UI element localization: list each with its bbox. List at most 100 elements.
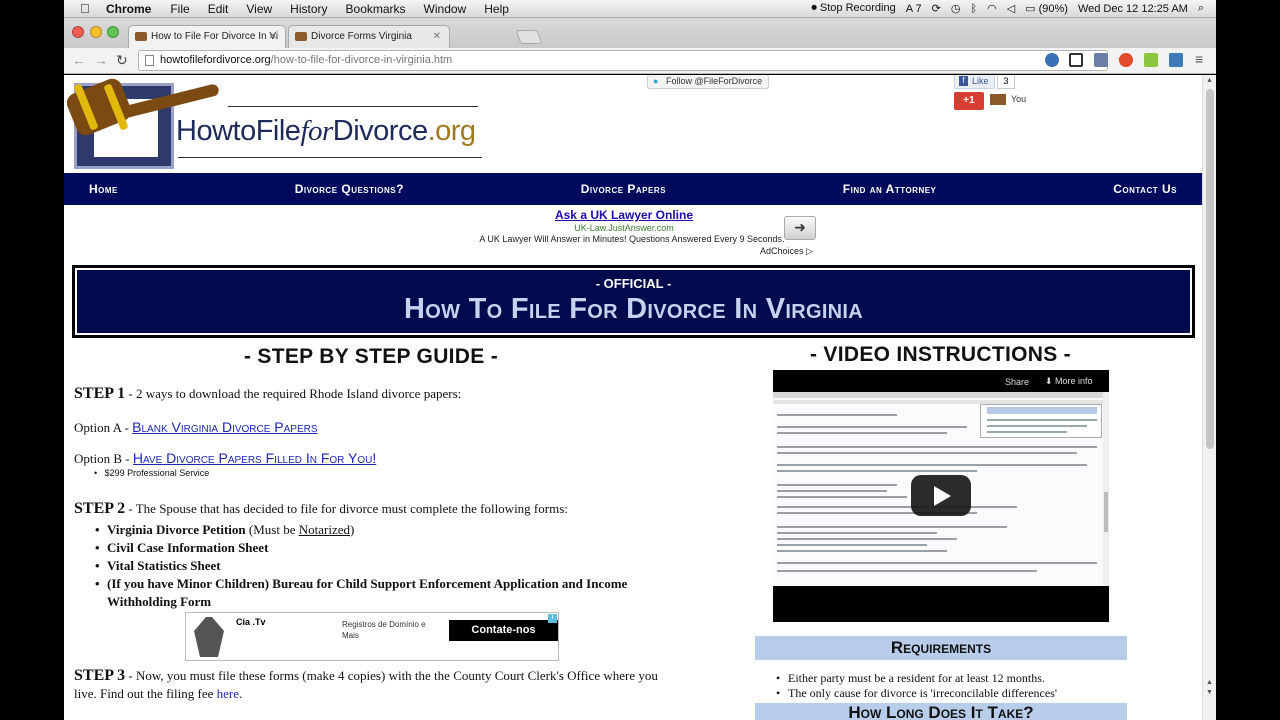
- close-window-button[interactable]: [72, 26, 84, 38]
- reload-icon[interactable]: ↻: [116, 52, 128, 69]
- nav-find-attorney[interactable]: Find an Attorney: [843, 182, 937, 196]
- video-player[interactable]: Share ⬇ More info: [773, 370, 1109, 622]
- site-nav-bar: Home Divorce Questions? Divorce Papers F…: [64, 173, 1202, 205]
- nav-home[interactable]: Home: [89, 182, 118, 196]
- frame-popup-line: [987, 425, 1087, 427]
- twitter-follow-button[interactable]: ● Follow @FileForDivorce: [647, 75, 770, 89]
- stumbleupon-icon[interactable]: [1119, 53, 1133, 67]
- scroll-up-arrow-icon[interactable]: ▲: [1206, 679, 1213, 686]
- banner-official: - OFFICIAL -: [595, 276, 672, 291]
- scroll-down-arrow-icon[interactable]: ▼: [1206, 689, 1213, 696]
- tab-divorce-forms[interactable]: Divorce Forms Virginia ✕: [288, 25, 450, 48]
- menu-history[interactable]: History: [290, 2, 327, 16]
- close-tab-icon[interactable]: ✕: [433, 31, 441, 42]
- nav-contact-us[interactable]: Contact Us: [1113, 182, 1177, 196]
- extension-chart-icon[interactable]: [1169, 53, 1183, 67]
- menu-window[interactable]: Window: [424, 2, 467, 16]
- battery-indicator[interactable]: ▭ (90%): [1025, 2, 1068, 15]
- sync-icon[interactable]: ⟳: [932, 2, 941, 15]
- ad-figure-image: [194, 617, 224, 657]
- adchoices-icon[interactable]: i: [548, 614, 557, 623]
- time-machine-icon[interactable]: ◷: [951, 2, 961, 15]
- ad-brand: Cia .Tv: [236, 617, 266, 627]
- video-share-button[interactable]: Share: [1005, 377, 1029, 387]
- tab-how-to-file[interactable]: How to File For Divorce In Vi ✕: [128, 25, 286, 48]
- ad-url[interactable]: UK-Law.JustAnswer.com: [414, 223, 834, 233]
- extension-grid-icon[interactable]: [1094, 53, 1108, 67]
- gplus-you-label: You: [1011, 94, 1027, 104]
- scroll-up-arrow-icon[interactable]: ▲: [1206, 77, 1213, 84]
- volume-icon[interactable]: ◁: [1007, 2, 1015, 15]
- minimize-window-button[interactable]: [90, 26, 102, 38]
- twitter-bird-icon: ●: [653, 76, 659, 86]
- step2-label: STEP 2: [74, 500, 126, 517]
- ad-contact-button[interactable]: Contate-nos: [449, 620, 558, 641]
- video-play-button[interactable]: [911, 475, 971, 516]
- frame-text-line: [777, 570, 1037, 572]
- step2-text: - The Spouse that has decided to file fo…: [125, 501, 568, 516]
- address-bar[interactable]: howtofilefordivorce.org/how-to-file-for-…: [138, 50, 1108, 71]
- banner-inner: - OFFICIAL - How To File For Divorce In …: [75, 268, 1192, 335]
- ad-title-link[interactable]: Ask a UK Lawyer Online: [414, 208, 834, 222]
- extension-globe-icon[interactable]: [1045, 53, 1059, 67]
- frame-popup-line: [987, 419, 1097, 421]
- tab-title: Divorce Forms Virginia: [311, 31, 412, 42]
- fb-like-label: Like: [972, 76, 989, 86]
- scroll-thumb[interactable]: [1206, 89, 1214, 449]
- close-tab-icon[interactable]: ✕: [269, 31, 277, 42]
- menu-help[interactable]: Help: [484, 2, 509, 16]
- forward-arrow-icon[interactable]: →: [94, 52, 108, 68]
- adobe-icon[interactable]: A 7: [906, 3, 922, 15]
- stop-recording-item[interactable]: ⏺ Stop Recording: [811, 2, 895, 15]
- frame-popup-header: [987, 407, 1097, 414]
- filing-fee-link[interactable]: here: [217, 686, 239, 701]
- video-more-info-button[interactable]: ⬇ More info: [1045, 376, 1093, 387]
- form-note: ): [350, 522, 355, 537]
- step1-label: STEP 1: [74, 385, 126, 402]
- zoom-window-button[interactable]: [107, 26, 119, 38]
- option-b-row: Option B - Have Divorce Papers Filled In…: [74, 450, 376, 467]
- tab-title: How to File For Divorce In Vi: [151, 31, 279, 42]
- video-heading: - VIDEO INSTRUCTIONS -: [810, 343, 1071, 366]
- chrome-menu-icon[interactable]: ≡: [1195, 51, 1203, 67]
- step3-label: STEP 3: [74, 667, 126, 684]
- google-plus-you: You: [990, 94, 1027, 106]
- ad-go-arrow-icon[interactable]: ➜: [784, 216, 816, 240]
- new-tab-button[interactable]: [515, 30, 543, 44]
- banner-ad[interactable]: Cia .Tv Registros de Domínio e Mais Cont…: [185, 612, 559, 661]
- facebook-like-button[interactable]: f Like: [954, 75, 995, 89]
- logo-rule-bottom: [178, 157, 482, 158]
- menu-bookmarks[interactable]: Bookmarks: [346, 2, 406, 16]
- step2-row: STEP 2 - The Spouse that has decided to …: [74, 500, 568, 518]
- blank-papers-link[interactable]: Blank Virginia Divorce Papers: [132, 419, 317, 435]
- adchoices-link[interactable]: AdChoices ▷: [760, 246, 813, 257]
- google-plus-one-button[interactable]: +1: [954, 92, 984, 110]
- facebook-icon: f: [959, 76, 968, 86]
- page-title: How To File For Divorce In Virginia: [403, 293, 864, 325]
- filled-papers-link[interactable]: Have Divorce Papers Filled In For You!: [133, 450, 376, 466]
- wifi-icon[interactable]: ◠: [987, 2, 997, 15]
- menu-file[interactable]: File: [170, 2, 189, 16]
- site-logo[interactable]: HowtoFileforDivorce.org: [64, 75, 488, 173]
- option-b-price: • $299 Professional Service: [94, 468, 210, 478]
- nav-divorce-papers[interactable]: Divorce Papers: [581, 182, 666, 196]
- option-b-label: Option B -: [74, 451, 133, 466]
- logo-word-howto: Howto: [176, 115, 256, 147]
- frame-popup: [980, 404, 1102, 438]
- extension-it-icon[interactable]: [1144, 53, 1158, 67]
- frame-browser-bar: [773, 392, 1109, 398]
- ad-description: A UK Lawyer Will Answer in Minutes! Ques…: [479, 234, 785, 244]
- extension-window-icon[interactable]: [1069, 53, 1083, 67]
- back-arrow-icon[interactable]: ←: [72, 52, 86, 68]
- menu-edit[interactable]: Edit: [208, 2, 229, 16]
- clock[interactable]: Wed Dec 12 12:25 AM: [1078, 3, 1188, 15]
- menu-app-name[interactable]: Chrome: [106, 2, 151, 16]
- page-scrollbar[interactable]: ▲ ▲ ▼: [1202, 75, 1216, 720]
- nav-divorce-questions[interactable]: Divorce Questions?: [295, 182, 404, 196]
- spotlight-icon[interactable]: ⌕: [1198, 2, 1204, 15]
- list-item: Vital Statistics Sheet: [95, 557, 677, 575]
- apple-icon[interactable]: : [80, 1, 90, 16]
- menu-view[interactable]: View: [246, 2, 272, 16]
- app-menus: Chrome File Edit View History Bookmarks …: [106, 2, 527, 16]
- bluetooth-icon[interactable]: ᛒ: [970, 3, 977, 15]
